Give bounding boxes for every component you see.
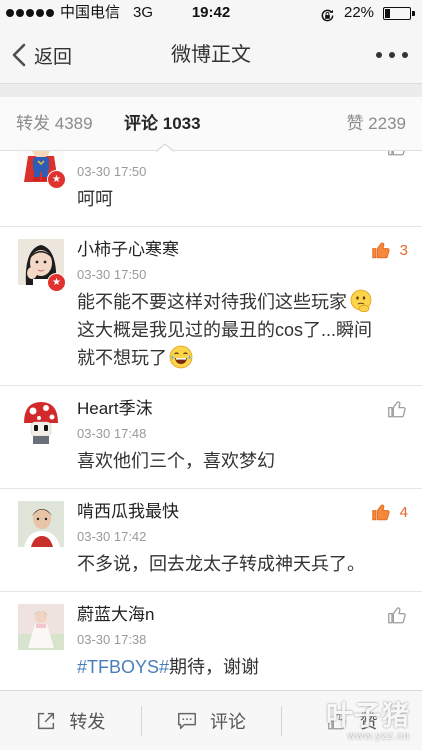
- battery-icon: [383, 7, 415, 20]
- like-button[interactable]: [386, 151, 408, 159]
- tab-repost-count: 4389: [54, 114, 93, 133]
- clock: 19:42: [191, 4, 231, 21]
- like-button[interactable]: [386, 397, 408, 421]
- signal-dot: [16, 9, 24, 17]
- comment-time: 03-30 17:48: [77, 426, 147, 441]
- signal-dot: [6, 9, 14, 17]
- comment-text: #TFBOYS#期待，谢谢: [77, 653, 404, 681]
- comment-item[interactable]: ★ 小柿子心寒寒 03-30 17:50 3 能不能不要这样对待我们这些玩家 这…: [0, 227, 422, 386]
- signal-dot: [26, 9, 34, 17]
- battery-level-fill: [385, 9, 390, 18]
- comment-text: 喜欢他们三个，喜欢梦幻: [77, 451, 275, 471]
- commenter-name[interactable]: 啃西瓜我最快: [77, 501, 179, 523]
- signal-dot: [36, 9, 44, 17]
- more-dot: [402, 52, 408, 58]
- like-count: 4: [399, 503, 408, 521]
- emoticon-thinking-icon: [349, 289, 373, 313]
- tab-likes[interactable]: 赞 2239: [346, 97, 406, 150]
- tab-bar: 转发 4389 评论 1033 赞 2239: [0, 97, 422, 151]
- avatar[interactable]: [18, 604, 64, 650]
- section-separator: [0, 84, 422, 97]
- network-type: 3G: [133, 4, 154, 21]
- comment-list[interactable]: ★ 03-30 17:50 呵呵 ★ 小柿子心寒寒 03-30 17:50 3 …: [0, 151, 422, 690]
- navigation-bar: 返回 微博正文: [0, 26, 422, 84]
- commenter-name[interactable]: 蔚蓝大海n: [77, 604, 154, 626]
- signal-dot: [46, 9, 54, 17]
- weibo-post-detail-screen: 中国电信 3G 19:42 22% 返回 微博正文 转发 4389 评论 103…: [0, 0, 422, 750]
- hashtag-link[interactable]: #TFBOYS#: [77, 657, 169, 677]
- comment-time: 03-30 17:50: [77, 267, 147, 282]
- comment-icon: [178, 712, 196, 729]
- more-icon[interactable]: [376, 50, 408, 60]
- like-count: 3: [399, 241, 408, 259]
- comment-button[interactable]: 评论: [141, 691, 282, 750]
- comment-item[interactable]: ★ 03-30 17:50 呵呵: [0, 151, 422, 227]
- thumbs-up-icon: [386, 604, 408, 626]
- verified-badge-icon: ★: [47, 170, 66, 189]
- watermark-url: www.yzz.cn: [347, 731, 410, 742]
- toolbar-divider: [141, 706, 142, 736]
- rotation-lock-icon: [320, 6, 335, 22]
- comment-item[interactable]: 蔚蓝大海n 03-30 17:38 #TFBOYS#期待，谢谢: [0, 592, 422, 690]
- back-button[interactable]: 返回: [12, 26, 72, 84]
- comment-text-segment: 就不想玩了: [77, 348, 167, 368]
- comment-time: 03-30 17:42: [77, 529, 147, 544]
- comment-item[interactable]: Heart季沫 03-30 17:48 喜欢他们三个，喜欢梦幻: [0, 386, 422, 489]
- page-title: 微博正文: [171, 44, 251, 66]
- comment-text: 不多说，回去龙太子转成神天兵了。: [77, 554, 365, 574]
- comment-text-line: 能不能不要这样对待我们这些玩家: [77, 288, 404, 316]
- site-watermark: 叶子猪 www.yzz.cn: [300, 701, 410, 747]
- avatar[interactable]: [18, 501, 64, 547]
- active-tab-indicator: [156, 143, 174, 152]
- commenter-name[interactable]: Heart季沫: [77, 398, 153, 420]
- comment-item[interactable]: 啃西瓜我最快 03-30 17:42 4 不多说，回去龙太子转成神天兵了。: [0, 489, 422, 592]
- watermark-brand: 叶子猪: [326, 701, 410, 731]
- tab-likes-count: 2239: [368, 114, 406, 133]
- repost-button[interactable]: 转发: [0, 691, 141, 750]
- comment-label: 评论: [210, 711, 246, 732]
- comment-text-segment: 期待，谢谢: [169, 657, 260, 677]
- comment-text-line: 这大概是我见过的最丑的cos了...瞬间: [77, 320, 373, 340]
- tab-comments-count: 1033: [162, 114, 201, 133]
- share-icon: [38, 712, 55, 729]
- comment-text: 能不能不要这样对待我们这些玩家 这大概是我见过的最丑的cos了...瞬间 就不想…: [77, 288, 404, 372]
- battery-percent: 22%: [344, 4, 375, 21]
- tab-repost[interactable]: 转发 4389: [16, 97, 93, 150]
- toolbar-divider: [281, 706, 282, 736]
- avatar[interactable]: [18, 398, 64, 444]
- back-label: 返回: [34, 46, 73, 68]
- status-bar: 中国电信 3G 19:42 22%: [0, 0, 422, 26]
- comment-text-line: 就不想玩了: [77, 344, 404, 372]
- commenter-name[interactable]: 小柿子心寒寒: [77, 239, 179, 261]
- tab-likes-label: 赞: [346, 114, 364, 133]
- carrier-name: 中国电信: [60, 4, 121, 21]
- like-button[interactable]: 3: [370, 238, 408, 262]
- thumbs-up-icon: [386, 151, 408, 158]
- signal-strength-icon: [6, 9, 54, 17]
- thumbs-up-icon: [370, 239, 392, 261]
- more-dot: [376, 52, 382, 58]
- comment-time: 03-30 17:50: [77, 164, 147, 179]
- chevron-left-icon: [12, 43, 26, 67]
- tab-comments-label: 评论: [124, 114, 158, 133]
- tab-repost-label: 转发: [16, 114, 50, 133]
- more-dot: [389, 52, 395, 58]
- comment-text-segment: 能不能不要这样对待我们这些玩家: [77, 292, 347, 312]
- comment-text: 呵呵: [77, 189, 113, 209]
- repost-label: 转发: [69, 711, 106, 732]
- thumbs-up-icon: [386, 398, 408, 420]
- thumbs-up-icon: [370, 501, 392, 523]
- like-button[interactable]: 4: [370, 500, 408, 524]
- like-button[interactable]: [386, 603, 408, 627]
- emoticon-laugh-tears-icon: [169, 345, 193, 369]
- comment-time: 03-30 17:38: [77, 632, 147, 647]
- verified-badge-icon: ★: [47, 273, 66, 292]
